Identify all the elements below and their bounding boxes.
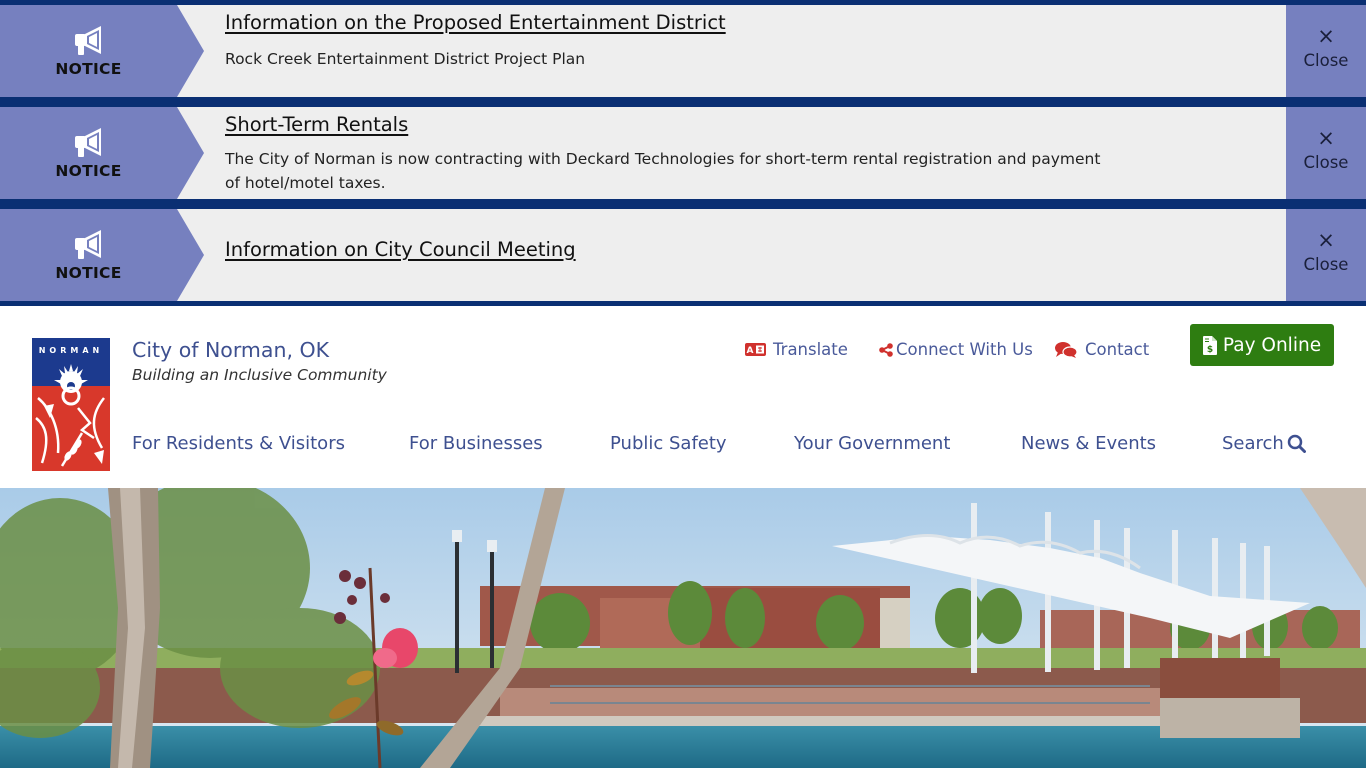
svg-text:$: $ xyxy=(1207,345,1213,355)
svg-text:A: A xyxy=(747,346,754,356)
notice-banners: NOTICE Information on the Proposed Enter… xyxy=(0,0,1366,306)
invoice-dollar-icon: $ xyxy=(1202,335,1217,355)
park-photo xyxy=(0,488,1366,768)
notice-close-button[interactable]: × Close xyxy=(1286,107,1366,199)
translate-link[interactable]: A Translate xyxy=(745,340,848,359)
notice-item: NOTICE Information on the Proposed Enter… xyxy=(0,5,1366,97)
notice-close-button[interactable]: × Close xyxy=(1286,5,1366,97)
notice-tag-label: NOTICE xyxy=(55,264,122,282)
megaphone-icon xyxy=(75,26,101,55)
notice-item: NOTICE Information on City Council Meeti… xyxy=(0,209,1366,301)
notice-tag: NOTICE xyxy=(0,5,204,97)
site-tagline: Building an Inclusive Community xyxy=(132,366,387,384)
pay-online-button[interactable]: $ Pay Online xyxy=(1190,324,1334,366)
contact-label: Contact xyxy=(1085,340,1150,359)
contact-link[interactable]: Contact xyxy=(1055,340,1149,359)
notice-tag: NOTICE xyxy=(0,107,204,199)
nav-search-button[interactable]: Search xyxy=(1222,433,1306,454)
notice-item: NOTICE Short-Term Rentals The City of No… xyxy=(0,107,1366,199)
close-label: Close xyxy=(1303,255,1349,274)
notice-title-link[interactable]: Information on City Council Meeting xyxy=(225,238,576,261)
nav-item-news-events[interactable]: News & Events xyxy=(1021,433,1156,454)
notice-title-link[interactable]: Information on the Proposed Entertainmen… xyxy=(225,11,726,34)
close-icon: × xyxy=(1317,24,1335,48)
notice-tag: NOTICE xyxy=(0,209,204,301)
close-label: Close xyxy=(1303,153,1349,172)
connect-label: Connect With Us xyxy=(896,340,1033,359)
notice-description: The City of Norman is now contracting wi… xyxy=(225,150,1101,192)
nav-item-businesses[interactable]: For Businesses xyxy=(409,433,543,454)
search-icon xyxy=(1287,434,1306,453)
share-icon xyxy=(879,342,893,357)
pay-online-label: Pay Online xyxy=(1222,334,1322,356)
notice-description: Rock Creek Entertainment District Projec… xyxy=(225,50,586,68)
nav-item-residents-visitors[interactable]: For Residents & Visitors xyxy=(132,433,345,454)
chat-bubbles-icon xyxy=(1055,342,1077,358)
city-logo[interactable]: NORMAN xyxy=(32,338,110,471)
close-icon: × xyxy=(1317,228,1335,252)
nav-item-your-government[interactable]: Your Government xyxy=(794,433,950,454)
search-label: Search xyxy=(1222,433,1284,454)
notice-close-button[interactable]: × Close xyxy=(1286,209,1366,301)
megaphone-icon xyxy=(75,128,101,157)
site-header: NORMAN City of Norman, OK Building an In… xyxy=(0,306,1366,488)
notice-tag-label: NOTICE xyxy=(55,162,122,180)
notice-tag-label: NOTICE xyxy=(55,60,122,78)
site-title[interactable]: City of Norman, OK xyxy=(132,338,329,362)
translate-label: Translate xyxy=(773,340,848,359)
close-label: Close xyxy=(1303,51,1349,70)
logo-text: NORMAN xyxy=(39,346,104,355)
close-icon: × xyxy=(1317,126,1335,150)
nav-item-public-safety[interactable]: Public Safety xyxy=(610,433,727,454)
notice-title-link[interactable]: Short-Term Rentals xyxy=(225,113,408,136)
hero-image xyxy=(0,488,1366,768)
megaphone-icon xyxy=(75,230,101,259)
connect-with-us-link[interactable]: Connect With Us xyxy=(879,340,1033,359)
translate-icon: A xyxy=(745,343,766,356)
